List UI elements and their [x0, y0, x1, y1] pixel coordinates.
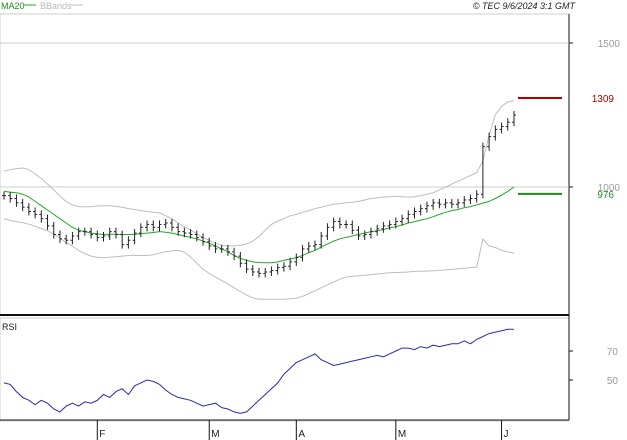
price-tick-label-1: 1000 [598, 183, 621, 194]
copyright-text: © TEC 9/6/2024 3:1 GMT [473, 1, 577, 11]
price-pane [0, 13, 570, 316]
month-tick-label-2: A [298, 429, 305, 440]
month-tick-label-1: M [211, 429, 219, 440]
price-tick-label-0: 1500 [598, 39, 621, 50]
legend-bbands-label: BBands [40, 1, 72, 11]
price-axis-ticks: 1500 1000 [569, 39, 620, 194]
rsi-pane-label: RSI [2, 322, 17, 332]
rsi-tick-label-1: 50 [607, 376, 619, 387]
legend-ma20-label: MA20 [1, 1, 25, 11]
legend: MA20 BBands [1, 1, 83, 11]
month-tick-label-4: J [504, 429, 509, 440]
chart-canvas: 1309976 15001000 7050 FMAMJ MA20 BBands … [0, 1, 620, 440]
rsi-pane [0, 317, 570, 422]
month-tick-label-3: M [398, 429, 406, 440]
month-tick-label-0: F [99, 429, 105, 440]
marker-label-0: 1309 [592, 94, 615, 105]
rsi-tick-label-0: 70 [607, 347, 619, 358]
month-axis: FMAMJ [96, 420, 509, 440]
rsi-axis-ticks: 70 50 [569, 347, 618, 387]
